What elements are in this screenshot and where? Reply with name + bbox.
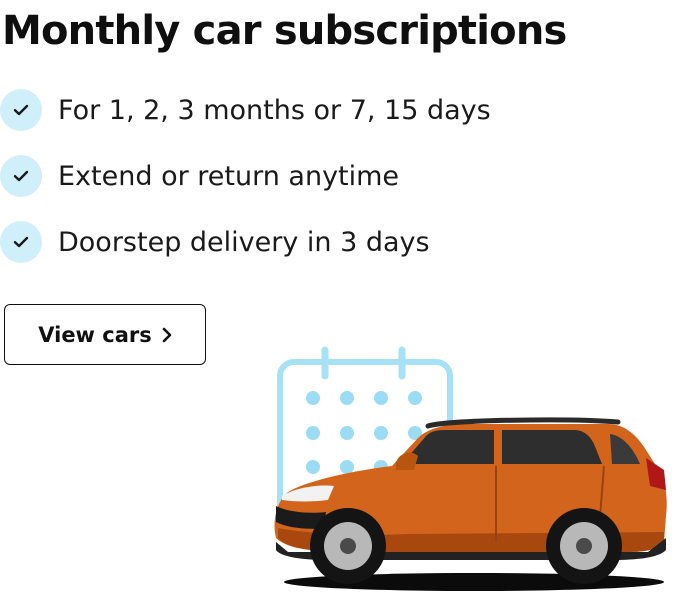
check-icon <box>0 155 42 197</box>
feature-text: For 1, 2, 3 months or 7, 15 days <box>58 94 491 126</box>
check-icon <box>0 89 42 131</box>
car-calendar-illustration <box>274 346 667 591</box>
car-image <box>274 417 667 591</box>
check-icon <box>0 221 42 263</box>
feature-list: For 1, 2, 3 months or 7, 15 days Extend … <box>0 88 491 286</box>
feature-item: Extend or return anytime <box>0 154 491 198</box>
feature-text: Doorstep delivery in 3 days <box>58 226 430 258</box>
feature-item: For 1, 2, 3 months or 7, 15 days <box>0 88 491 132</box>
chevron-right-icon <box>162 327 172 343</box>
page-title: Monthly car subscriptions <box>2 8 567 54</box>
feature-item: Doorstep delivery in 3 days <box>0 220 491 264</box>
view-cars-label: View cars <box>38 322 152 347</box>
view-cars-button[interactable]: View cars <box>4 304 206 365</box>
feature-text: Extend or return anytime <box>58 160 400 192</box>
